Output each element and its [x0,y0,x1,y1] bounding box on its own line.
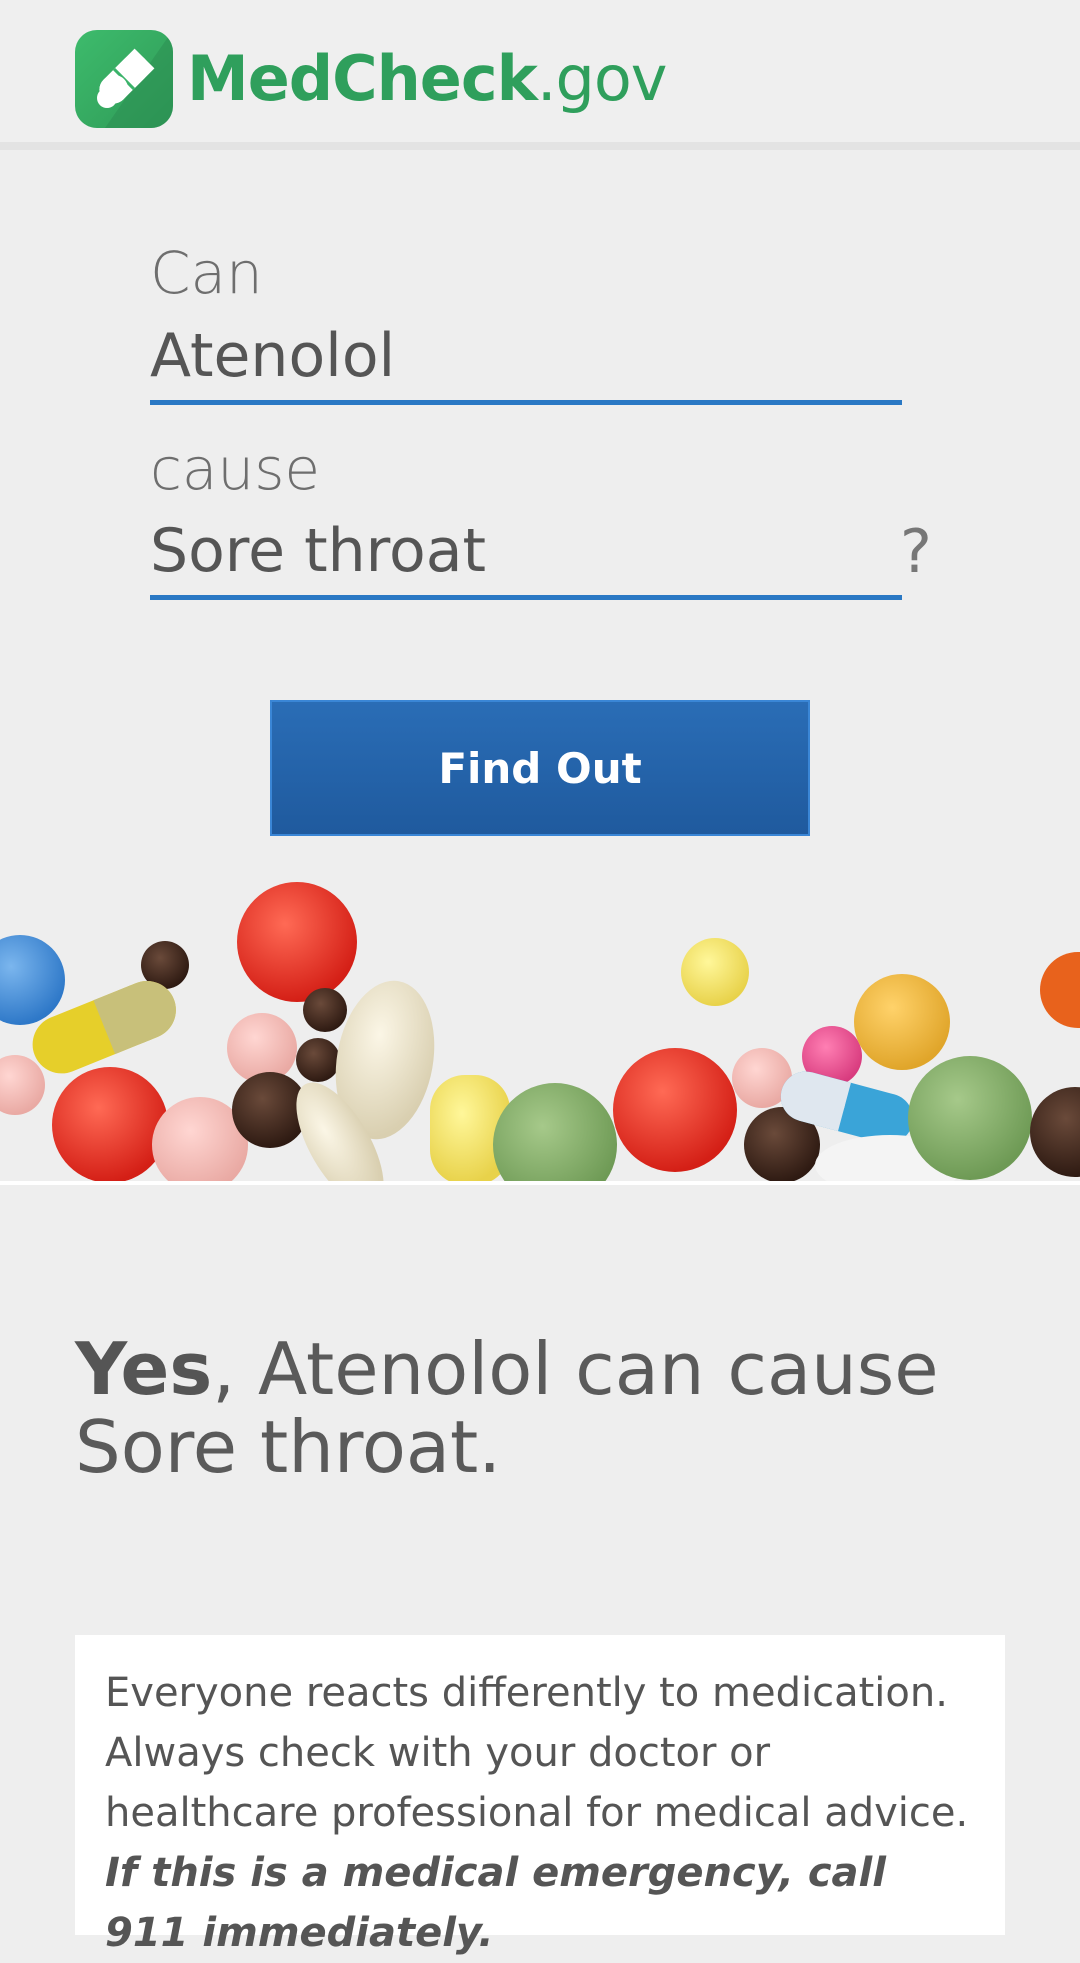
label-cause: cause [150,435,321,503]
medcheck-logo[interactable]: MedCheck.gov [75,30,667,128]
label-can: Can [150,239,263,307]
disclaimer-box: Everyone reacts differently to medicatio… [75,1635,1005,1956]
pill-logo-icon [75,30,173,128]
answer-verdict: Yes [75,1327,213,1411]
answer-text: Yes, Atenolol can cause Sore throat. [75,1330,1015,1486]
emergency-warning: If this is a medical emergency, call 911… [105,1850,886,1956]
logo-wordmark: MedCheck.gov [187,48,667,110]
drug-input-value: Atenolol [150,321,396,391]
logo-text-suffix: .gov [536,42,668,115]
find-out-button[interactable]: Find Out [270,700,810,836]
site-header: MedCheck.gov [0,0,1080,150]
symptom-input-value: Sore throat [150,516,487,586]
symptom-input[interactable]: Sore throat [150,520,902,600]
banner-divider [0,1181,1080,1185]
logo-text-main: MedCheck [187,42,538,115]
question-mark: ? [900,517,932,587]
drug-input[interactable]: Atenolol [150,325,902,405]
disclaimer-text: Everyone reacts differently to medicatio… [105,1670,969,1836]
pills-banner-image [0,860,1080,1182]
